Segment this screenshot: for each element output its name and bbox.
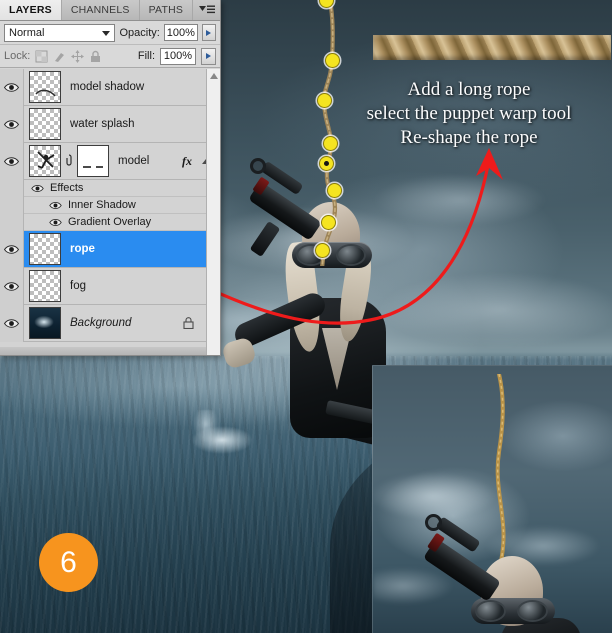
layer-thumbnail[interactable]: [29, 307, 61, 339]
rope-texture-swatch: [373, 35, 611, 60]
layer-thumbnail[interactable]: [29, 270, 61, 302]
play-triangle-icon: [206, 53, 211, 59]
puppet-warp-pin-7[interactable]: [315, 243, 330, 258]
layer-row-water-splash[interactable]: water splash: [0, 105, 220, 143]
inset-gun-scope-ring: [425, 514, 442, 531]
tab-layers[interactable]: LAYERS: [0, 0, 62, 20]
layers-list[interactable]: model shadow water splash model fx Effec…: [0, 69, 220, 355]
effect-label: Inner Shadow: [68, 199, 136, 211]
fill-label: Fill:: [137, 50, 155, 62]
layer-name: rope: [70, 243, 95, 255]
transparency-lock-icon[interactable]: [35, 50, 48, 63]
layer-mask-thumbnail[interactable]: [77, 145, 109, 177]
opacity-label: Opacity:: [119, 26, 160, 39]
opacity-stepper[interactable]: [201, 24, 217, 41]
puppet-warp-pin-4[interactable]: [319, 156, 334, 171]
lock-icon: [183, 317, 194, 330]
move-lock-icon[interactable]: [71, 49, 85, 63]
layer-row-fog[interactable]: fog: [0, 267, 220, 305]
puppet-warp-pin-1[interactable]: [325, 53, 340, 68]
tab-channels[interactable]: CHANNELS: [62, 0, 140, 20]
panel-tab-bar: LAYERS CHANNELS PATHS: [0, 0, 220, 21]
layer-row-model[interactable]: model fx: [0, 142, 220, 180]
layer-row-model-shadow[interactable]: model shadow: [0, 69, 220, 106]
lock-fill-row: Lock: Fill: 100%: [0, 45, 220, 68]
fill-input[interactable]: 100%: [160, 47, 196, 65]
layer-name: water splash: [70, 118, 135, 130]
layer-name: fog: [70, 280, 86, 292]
tab-layers-label: LAYERS: [9, 4, 52, 16]
all-lock-icon[interactable]: [89, 50, 102, 63]
layer-row-rope[interactable]: rope: [0, 230, 220, 268]
mask-link-icon[interactable]: [63, 153, 74, 170]
eye-icon[interactable]: [48, 218, 62, 227]
play-triangle-icon: [206, 29, 212, 36]
scroll-up-arrow-icon[interactable]: [209, 73, 218, 79]
effect-row-gradient-overlay[interactable]: Gradient Overlay: [0, 213, 220, 231]
panel-menu-icon[interactable]: [199, 4, 215, 17]
tab-paths-label: PATHS: [148, 4, 184, 16]
eye-icon[interactable]: [0, 230, 24, 268]
inset-model-figure: [397, 514, 597, 633]
layer-name: Background: [70, 317, 132, 329]
layer-thumbnail[interactable]: [29, 71, 61, 103]
eye-icon[interactable]: [30, 184, 44, 193]
blend-mode-value: Normal: [9, 26, 45, 39]
eye-icon[interactable]: [0, 105, 24, 143]
blend-mode-select[interactable]: Normal: [4, 23, 116, 42]
eye-icon[interactable]: [0, 142, 24, 180]
water-splash-visual: [176, 410, 268, 462]
effects-group-label: Effects: [50, 182, 84, 194]
layers-panel: LAYERS CHANNELS PATHS Normal Opacity: 10…: [0, 0, 221, 356]
eye-icon[interactable]: [0, 304, 24, 342]
detail-inset-panel: [372, 365, 612, 633]
lock-label: Lock:: [4, 50, 31, 62]
annotation-line-1: Add a long rope: [407, 79, 531, 100]
eye-icon[interactable]: [0, 267, 24, 305]
gun-scope-ring: [250, 158, 266, 174]
inset-model-gun: [413, 514, 503, 633]
opacity-input[interactable]: 100%: [163, 24, 198, 41]
annotation-line-2: select the puppet warp tool: [366, 103, 572, 124]
effects-group-row[interactable]: Effects: [0, 179, 220, 197]
panel-bottom-strip: [0, 347, 220, 355]
layer-name: model shadow: [70, 81, 145, 93]
layer-row-background[interactable]: Background: [0, 304, 220, 342]
effect-row-inner-shadow[interactable]: Inner Shadow: [0, 196, 220, 214]
puppet-warp-pin-5[interactable]: [327, 183, 342, 198]
annotation-line-3: Re-shape the rope: [400, 127, 538, 148]
layer-effects-icon[interactable]: fx: [182, 154, 192, 169]
layer-thumbnail[interactable]: [29, 108, 61, 140]
gun-magazine: [249, 220, 281, 258]
fill-stepper[interactable]: [201, 47, 216, 65]
annotation-text: Add a long rope select the puppet warp t…: [330, 78, 608, 150]
screenshot-root: Add a long rope select the puppet warp t…: [0, 0, 612, 633]
blend-opacity-row: Normal Opacity: 100%: [0, 21, 220, 45]
layer-thumbnail[interactable]: [29, 145, 61, 177]
step-number-badge: 6: [39, 533, 98, 592]
tab-channels-label: CHANNELS: [70, 4, 130, 16]
layers-scrollbar[interactable]: [206, 69, 220, 355]
eye-icon[interactable]: [48, 201, 62, 210]
paint-lock-icon[interactable]: [53, 50, 66, 63]
layer-name: model: [118, 155, 150, 167]
eye-icon[interactable]: [0, 69, 24, 106]
puppet-warp-pin-6[interactable]: [321, 215, 336, 230]
tab-paths[interactable]: PATHS: [140, 0, 194, 20]
effect-label: Gradient Overlay: [68, 216, 152, 228]
chevron-down-icon: [102, 30, 111, 36]
layer-thumbnail[interactable]: [29, 233, 61, 265]
